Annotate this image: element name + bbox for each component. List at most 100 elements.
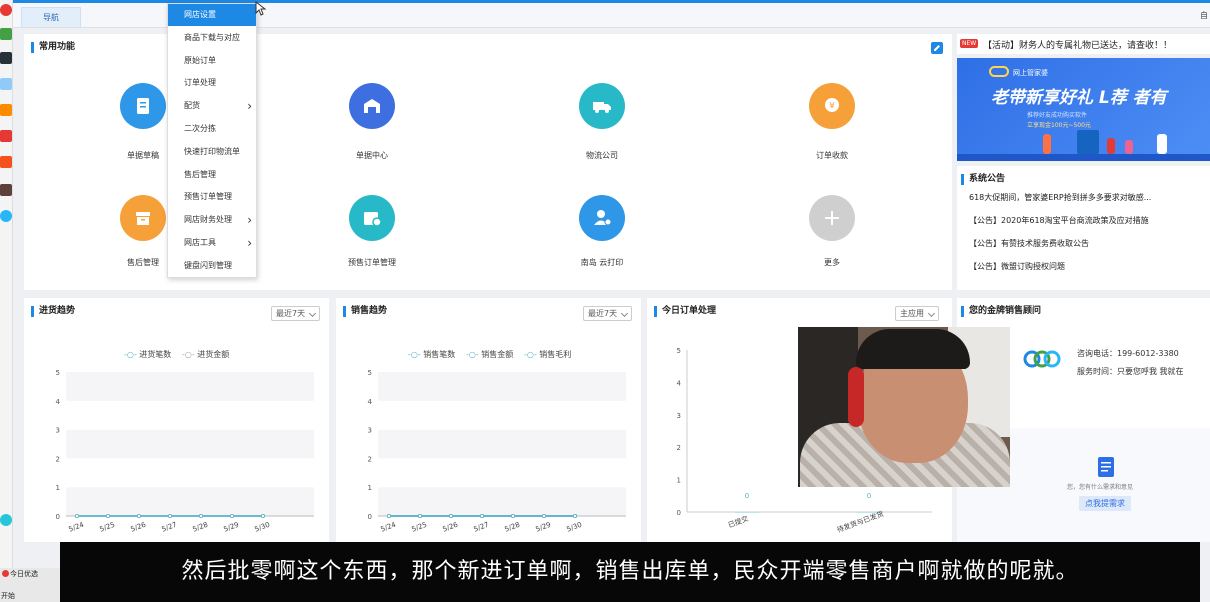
function-button[interactable] (809, 195, 855, 241)
data-point[interactable] (75, 513, 80, 518)
y-tick-label: 0 (368, 513, 372, 521)
data-point[interactable] (418, 513, 423, 518)
data-point[interactable] (198, 513, 203, 518)
announcement-item[interactable]: 【公告】微盟订购授权问题 (969, 261, 1065, 272)
x-tick-label: 5/24 (380, 520, 398, 533)
app-icon[interactable] (0, 4, 12, 16)
menu-item[interactable]: 预售订单管理 (168, 186, 256, 208)
menu-item[interactable]: 商品下载与对应 (168, 27, 256, 49)
store-dropdown-menu: 网店设置 商品下载与对应 原始订单 订单处理 配货 › 二次分拣 快速打印物流单 售后管理 预售订… (167, 3, 257, 278)
app-icon[interactable] (0, 514, 12, 526)
y-tick-label: 2 (368, 455, 372, 463)
function-label[interactable]: 预售订单管理 (327, 257, 417, 268)
data-point[interactable] (572, 513, 577, 518)
function-button[interactable] (579, 195, 625, 241)
x-tick-label: 5/26 (130, 520, 148, 533)
chevron-right-icon: › (247, 236, 252, 250)
y-tick-label: 5 (677, 347, 681, 355)
menu-item[interactable]: 配货 › (168, 95, 256, 117)
grid-band (378, 487, 626, 516)
function-button[interactable] (579, 83, 625, 129)
data-point[interactable] (167, 513, 172, 518)
tab-navigation[interactable]: 导航 (21, 7, 81, 27)
data-point[interactable] (479, 513, 484, 518)
x-tick-label: 5/24 (68, 520, 86, 533)
panel-title: 系统公告 (961, 174, 1005, 185)
app-icon[interactable] (0, 78, 12, 90)
function-button[interactable] (349, 195, 395, 241)
period-select[interactable]: 最近7天 (271, 306, 321, 321)
app-icon[interactable] (0, 130, 12, 142)
calendar-icon (364, 212, 382, 227)
menu-item[interactable]: 原始订单 (168, 50, 256, 72)
menu-item[interactable]: 二次分拣 (168, 118, 256, 140)
new-badge: NEW (960, 39, 979, 48)
data-point[interactable] (106, 513, 111, 518)
webcam-overlay (798, 327, 1010, 487)
grid-band (66, 429, 314, 459)
user-print-icon (594, 210, 612, 226)
function-button[interactable] (120, 83, 166, 129)
function-label[interactable]: 单据中心 (327, 150, 417, 161)
function-label[interactable]: 物流公司 (557, 150, 647, 161)
period-select[interactable]: 最近7天 (583, 306, 633, 321)
data-point[interactable] (387, 513, 392, 518)
menu-item-label: 订单处理 (184, 78, 216, 88)
announcement-item[interactable]: 【公告】有赞技术服务费收取公告 (969, 238, 1089, 249)
bar[interactable] (735, 512, 759, 513)
app-icon[interactable] (0, 52, 12, 64)
panel-title: 今日订单处理 (654, 306, 716, 317)
menu-item-label: 配货 (184, 101, 200, 111)
feedback-button[interactable]: 点我提需求 (1079, 496, 1131, 511)
app-icon[interactable] (0, 210, 12, 222)
data-point[interactable] (510, 513, 515, 518)
y-tick-label: 1 (56, 484, 60, 492)
svg-text:¥: ¥ (829, 102, 835, 112)
app-icon[interactable] (0, 156, 12, 168)
menu-item[interactable]: 网店设置 (168, 4, 256, 26)
notice-text[interactable]: 【活动】财务人的专属礼物已送达，请查收！！ (983, 38, 1172, 51)
taskbar-item[interactable]: 今日优选 (10, 569, 38, 579)
purchase-trend-panel: 进货趋势 最近7天 -○- 进货笔数 -○- 进货金额 0 1 2 3 4 5 5/24 5/2… (24, 298, 329, 542)
start-button[interactable]: 开始 (1, 591, 15, 601)
announcement-item[interactable]: 【公告】2020年618淘宝平台商流政策及应对措施 (969, 215, 1149, 226)
function-label[interactable]: 订单收款 (787, 150, 877, 161)
function-button[interactable] (120, 195, 166, 241)
activity-notice[interactable]: NEW 【活动】财务人的专属礼物已送达，请查收！！ (957, 34, 1210, 54)
edit-icon[interactable] (931, 42, 943, 54)
app-icon[interactable] (0, 104, 12, 116)
x-tick-label: 待发货与已发货 (836, 509, 885, 534)
data-point[interactable] (541, 513, 546, 518)
data-point[interactable] (449, 513, 454, 518)
feedback-icon (1095, 456, 1117, 482)
y-tick-label: 4 (56, 398, 61, 406)
app-icon[interactable] (0, 184, 12, 196)
app-icon[interactable] (0, 28, 12, 40)
menu-item[interactable]: 订单处理 (168, 72, 256, 94)
panel-title: 您的金牌销售顾问 (961, 306, 1041, 317)
data-point[interactable] (137, 513, 142, 518)
door-illustration (1077, 130, 1099, 154)
function-button[interactable] (349, 83, 395, 129)
function-label[interactable]: 更多 (787, 257, 877, 268)
data-point[interactable] (260, 513, 265, 518)
menu-item[interactable]: 网店工具 › (168, 232, 256, 254)
period-select[interactable]: 主应用 (895, 306, 939, 321)
person-illustration (1107, 138, 1115, 154)
grid-band (378, 429, 626, 459)
menu-item[interactable]: 快速打印物流单 (168, 141, 256, 163)
promo-banner[interactable]: 网上管家婆 老带新享好礼 L荐 者有 推荐好友成功购买软件 立享现金100元~5… (957, 58, 1210, 161)
person-illustration (1157, 134, 1167, 154)
menu-item[interactable]: 售后管理 (168, 164, 256, 186)
announcement-item[interactable]: 618大促期间，管家婆ERP抢到拼多多要求对敏感... (969, 192, 1151, 203)
function-button[interactable]: ¥ (809, 83, 855, 129)
mouse-cursor-icon (255, 0, 267, 19)
taskbar-app-icon[interactable] (2, 570, 9, 577)
tab-overflow[interactable]: 自 (1200, 10, 1208, 21)
x-tick-label: 5/27 (473, 521, 491, 534)
purchase-trend-chart: 0 1 2 3 4 5 5/24 5/25 5/26 5/27 5/28 5/29 5/30 (56, 369, 314, 534)
menu-item[interactable]: 网店财务处理 › (168, 209, 256, 231)
function-label[interactable]: 南岛 云打印 (557, 257, 647, 268)
data-point[interactable] (229, 513, 234, 518)
menu-item[interactable]: 键盘闪到管理 (168, 255, 256, 277)
